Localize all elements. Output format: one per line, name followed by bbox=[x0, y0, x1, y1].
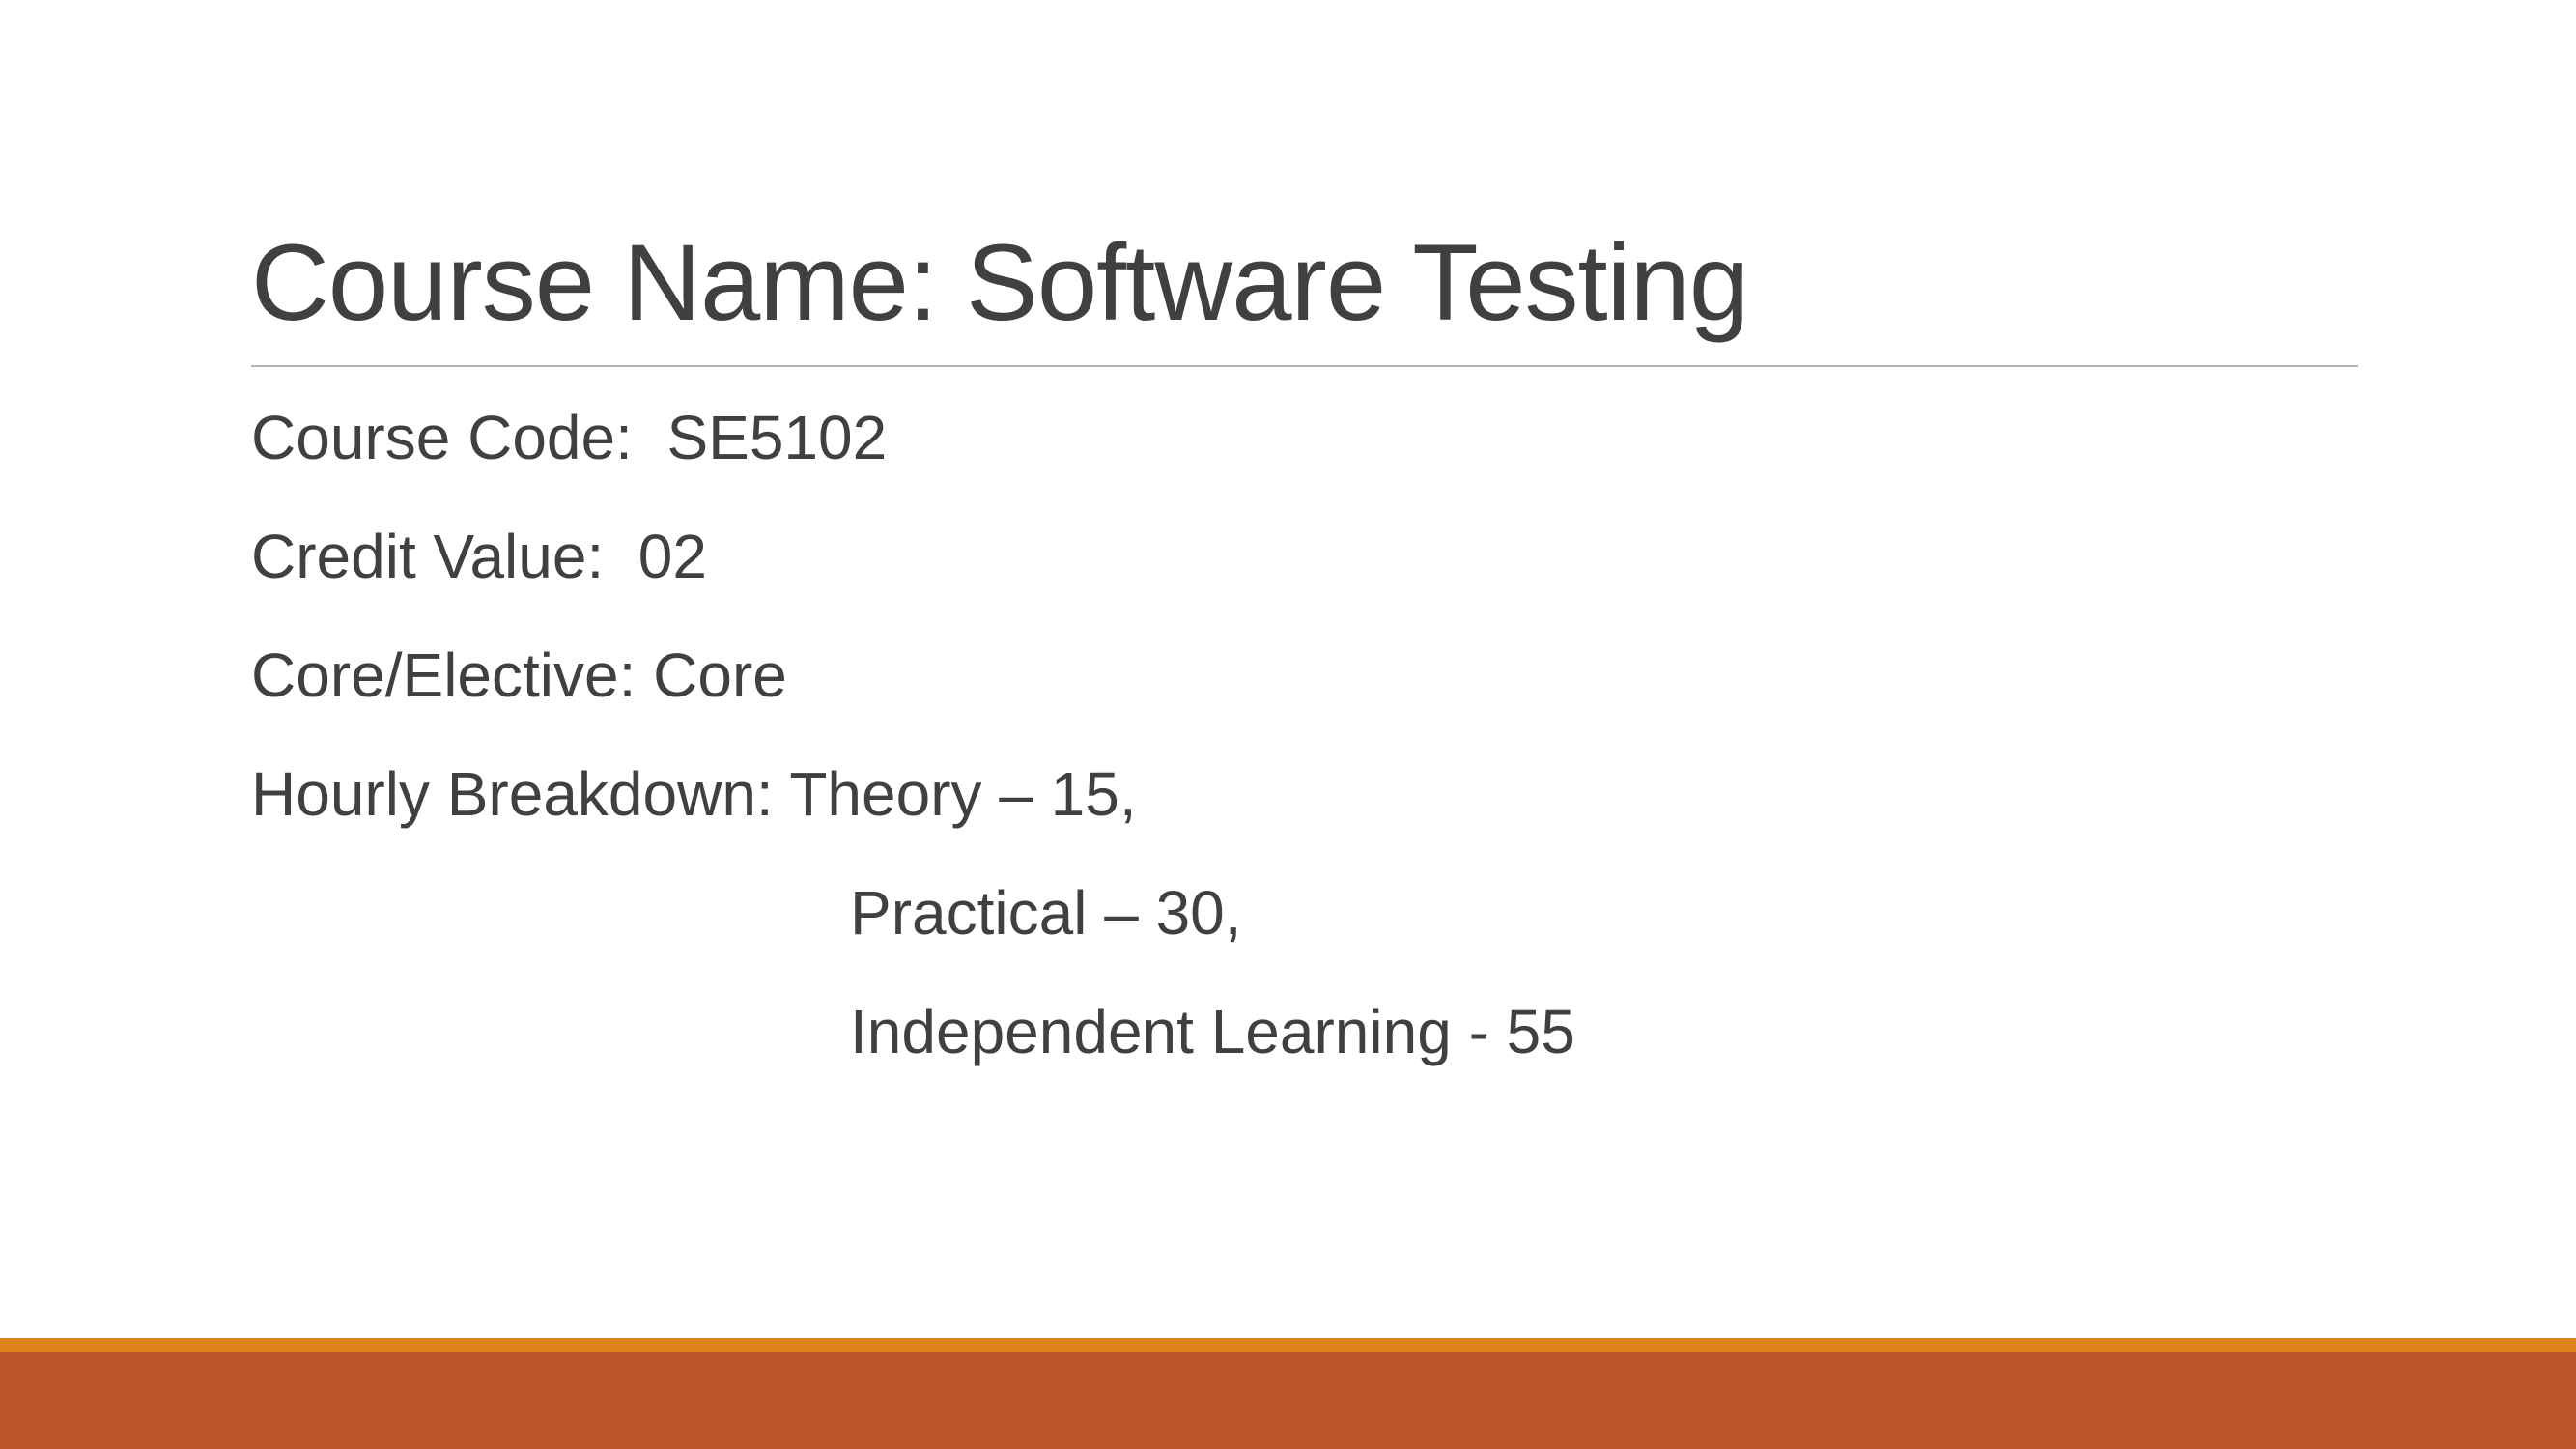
slide-title: Course Name: Software Testing bbox=[251, 222, 1749, 343]
hourly-breakdown-line: Hourly Breakdown: Theory – 15, bbox=[251, 759, 1137, 829]
title-divider bbox=[251, 365, 2358, 367]
independent-learning-line: Independent Learning - 55 bbox=[850, 997, 1575, 1066]
credit-value-line: Credit Value: 02 bbox=[251, 522, 707, 591]
footer-bar bbox=[0, 1352, 2576, 1449]
core-elective-line: Core/Elective: Core bbox=[251, 640, 787, 710]
practical-hours-line: Practical – 30, bbox=[850, 878, 1242, 948]
footer-accent-stripe bbox=[0, 1338, 2576, 1353]
course-code-line: Course Code: SE5102 bbox=[251, 403, 888, 472]
